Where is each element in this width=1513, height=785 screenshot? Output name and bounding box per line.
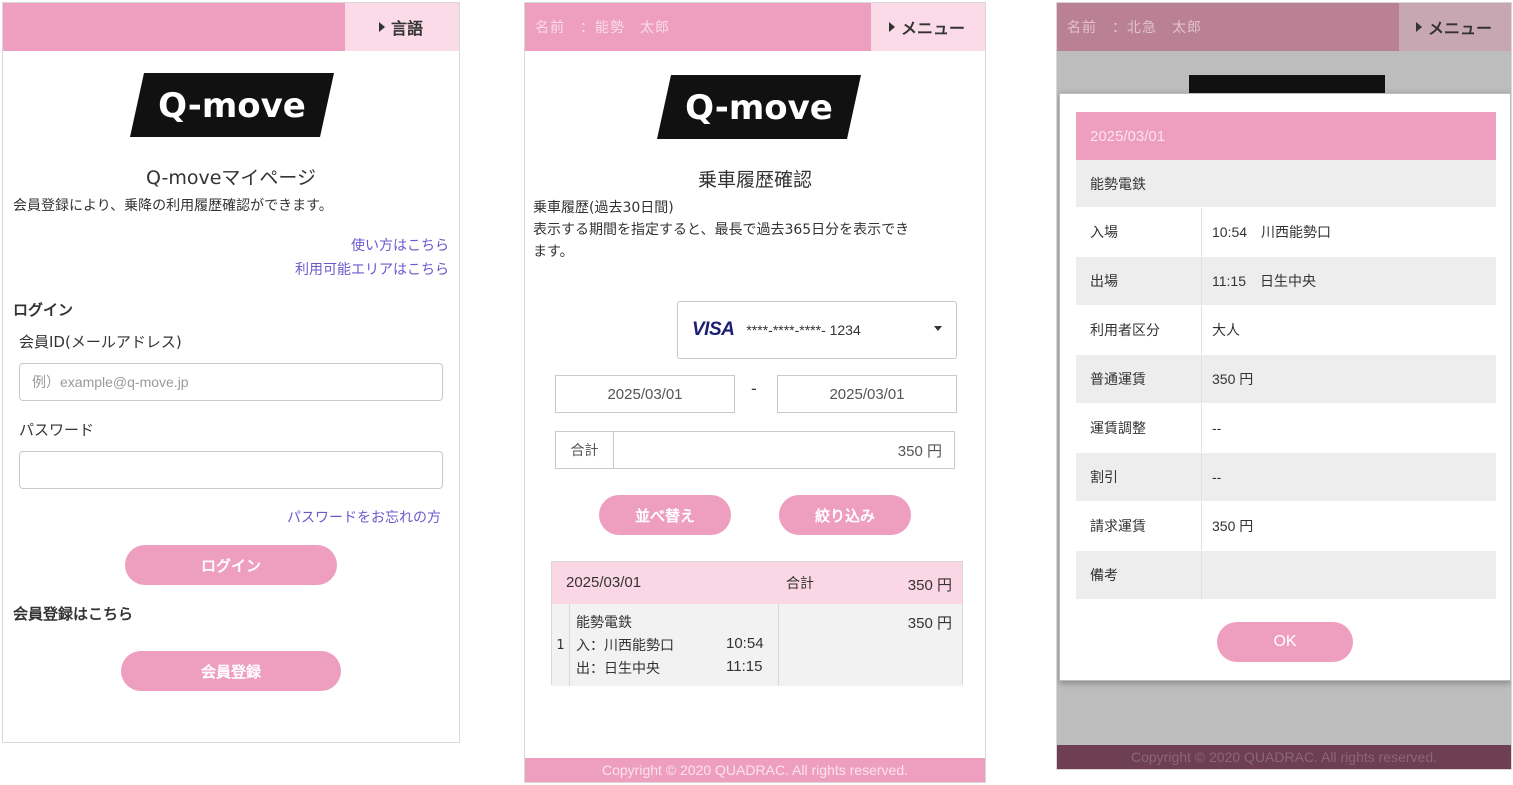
q-move-logo: Q-move [130,73,334,137]
page-title: 乗車履歴確認 [697,169,812,191]
detail-row-key: 入場 [1076,208,1202,256]
detail-row-value: 350 円 [1202,502,1496,550]
detail-date: 2025/03/01 [1076,112,1496,160]
login-button[interactable]: ログイン [125,545,337,585]
history-period-text: 乗車履歴(過去30日間) [533,200,674,216]
menu-label: メニュー [1427,19,1492,38]
detail-row: 割引 -- [1076,453,1496,502]
detail-row-key: 運賃調整 [1076,404,1202,452]
date-from-input[interactable]: 2025/03/01 [555,375,735,413]
history-entry[interactable]: 2025/03/01 合計 350 円 1 能勢電鉄 入：川西能勢口 10:54… [551,561,963,686]
header-bar: 名前 ：北急 太郎 メニュー [1057,3,1511,51]
card-number: ****-****-****- 1234 [746,322,861,338]
detail-row-value: 10:54 川西能勢口 [1202,208,1496,256]
divider [778,604,779,686]
register-button[interactable]: 会員登録 [121,651,341,691]
detail-row-value: 大人 [1202,306,1496,354]
password-label: パスワード [19,421,95,439]
detail-row: 普通運賃 350 円 [1076,355,1496,404]
detail-row-key: 備考 [1076,551,1202,599]
header-bar: 言語 [3,3,459,51]
detail-row: 出場 11:15 日生中央 [1076,257,1496,306]
user-name: 名前 ：能勢 太郎 [535,20,670,36]
detail-operator: 能勢電鉄 [1076,160,1496,208]
language-menu-button[interactable]: 言語 [345,3,459,51]
q-move-logo: Q-move [657,75,861,139]
forgot-password-link[interactable]: パスワードをお忘れの方 [287,507,441,527]
detail-row: 請求運賃 350 円 [1076,502,1496,551]
chevron-down-icon [934,326,942,331]
detail-row-value [1202,551,1496,599]
history-entry-body: 1 能勢電鉄 入：川西能勢口 10:54 出：日生中央 11:15 350 円 [552,604,962,686]
available-area-link[interactable]: 利用可能エリアはこちら [295,259,449,279]
detail-row: 入場 10:54 川西能勢口 [1076,208,1496,257]
history-fare: 350 円 [907,615,952,632]
total-amount-row: 合計 350 円 [555,431,955,469]
logo-text: Q-move [158,86,306,126]
menu-button[interactable]: メニュー [1399,3,1511,51]
ride-detail-table: 2025/03/01 能勢電鉄 入場 10:54 川西能勢口 出場 11:15 日生中… [1076,112,1496,600]
user-name: 名前 ：北急 太郎 [1067,20,1202,36]
member-id-label: 会員ID(メールアドレス) [19,333,182,351]
q-move-logo [1189,75,1385,95]
card-select[interactable]: VISA ****-****-****- 1234 [677,301,957,359]
total-value: 350 円 [897,442,942,460]
detail-row-value: -- [1202,453,1496,501]
visa-logo-icon: VISA [692,319,735,340]
register-heading: 会員登録はこちら [13,605,134,623]
history-exit-station: 出：日生中央 [576,661,660,677]
caret-right-icon [888,22,895,32]
detail-row-key: 利用者区分 [1076,306,1202,354]
page-title: Q-moveマイページ [145,167,317,189]
login-screen: 言語 Q-move Q-moveマイページ 会員登録により、乗降の利用履歴確認が… [2,2,460,743]
detail-row: 運賃調整 -- [1076,404,1496,453]
detail-row: 備考 [1076,551,1496,600]
caret-right-icon [1415,22,1422,32]
history-description-line: ます。 [533,244,574,260]
howto-link[interactable]: 使い方はこちら [351,235,449,255]
detail-row-value: -- [1202,404,1496,452]
member-id-input[interactable]: 例）example@q-move.jp [19,363,443,401]
login-heading: ログイン [13,301,74,319]
detail-row-value: 11:15 日生中央 [1202,257,1496,305]
history-index: 1 [552,604,570,686]
detail-row-key: 普通運賃 [1076,355,1202,403]
ride-detail-modal: 2025/03/01 能勢電鉄 入場 10:54 川西能勢口 出場 11:15 日生中… [1059,93,1511,681]
ride-history-screen: 名前 ：能勢 太郎 メニュー Q-move 乗車履歴確認 乗車履歴(過去30日間… [524,2,986,783]
date-to-input[interactable]: 2025/03/01 [777,375,957,413]
detail-row-value: 350 円 [1202,355,1496,403]
date-separator: - [751,379,757,398]
menu-button[interactable]: メニュー [871,3,985,51]
history-entry-station: 入：川西能勢口 [576,638,674,654]
detail-row-key: 出場 [1076,257,1202,305]
detail-rows: 入場 10:54 川西能勢口 出場 11:15 日生中央 利用者区分 大人 普通運賃 350 … [1076,208,1496,600]
detail-row-key: 請求運賃 [1076,502,1202,550]
caret-right-icon [378,22,385,32]
ok-button[interactable]: OK [1217,622,1353,662]
history-entry-time: 10:54 [726,635,764,652]
ride-detail-screen: 名前 ：北急 太郎 メニュー 2025/03/01 能勢電鉄 入場 10:54 川… [1056,2,1512,770]
language-menu-label: 言語 [390,19,423,38]
history-sum-label: 合計 [786,575,814,591]
total-label: 合計 [556,432,614,468]
copyright-footer: Copyright © 2020 QUADRAC. All rights res… [525,758,985,782]
history-description-line: 表示する期間を指定すると、最長で過去365日分を表示でき [533,222,910,238]
copyright-footer: Copyright © 2020 QUADRAC. All rights res… [1057,745,1511,769]
password-input[interactable] [19,451,443,489]
history-sum-value: 350 円 [907,577,952,594]
filter-button[interactable]: 絞り込み [779,495,911,535]
history-date: 2025/03/01 [566,574,642,591]
menu-label: メニュー [900,19,965,38]
history-exit-time: 11:15 [726,658,763,675]
history-operator: 能勢電鉄 [576,615,632,631]
detail-row: 利用者区分 大人 [1076,306,1496,355]
intro-text: 会員登録により、乗降の利用履歴確認ができます。 [13,198,333,214]
logo-text: Q-move [685,88,833,128]
detail-row-key: 割引 [1076,453,1202,501]
history-entry-header: 2025/03/01 合計 350 円 [552,562,962,604]
header-bar: 名前 ：能勢 太郎 メニュー [525,3,985,51]
sort-button[interactable]: 並べ替え [599,495,731,535]
